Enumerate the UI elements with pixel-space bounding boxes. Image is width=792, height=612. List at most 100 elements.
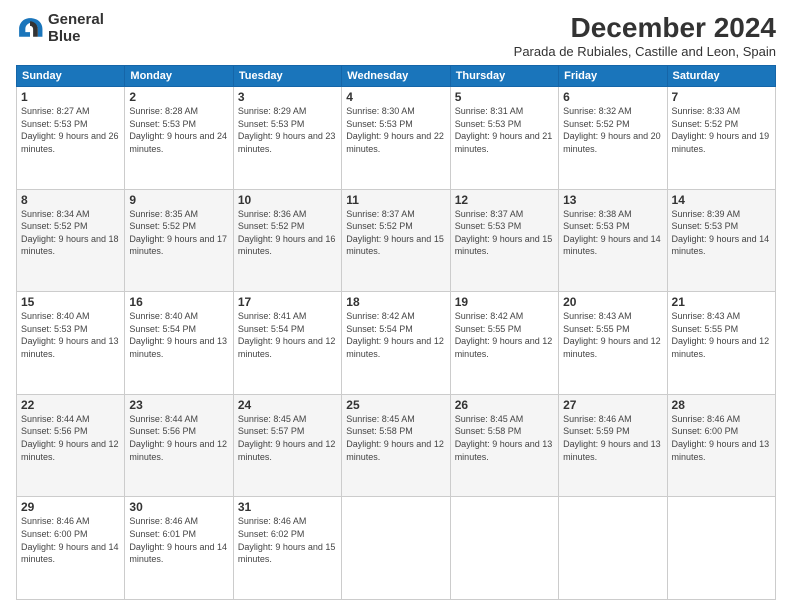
- main-title: December 2024: [514, 12, 776, 44]
- table-cell: [450, 497, 558, 600]
- day-info: Sunrise: 8:46 AMSunset: 6:00 PMDaylight:…: [21, 515, 120, 565]
- table-cell: 21Sunrise: 8:43 AMSunset: 5:55 PMDayligh…: [667, 292, 775, 395]
- logo-text: General Blue: [48, 12, 104, 45]
- calendar-table: Sunday Monday Tuesday Wednesday Thursday…: [16, 65, 776, 600]
- table-cell: 10Sunrise: 8:36 AMSunset: 5:52 PMDayligh…: [233, 189, 341, 292]
- day-info: Sunrise: 8:32 AMSunset: 5:52 PMDaylight:…: [563, 105, 662, 155]
- day-info: Sunrise: 8:34 AMSunset: 5:52 PMDaylight:…: [21, 208, 120, 258]
- day-number: 26: [455, 398, 554, 412]
- day-info: Sunrise: 8:46 AMSunset: 6:02 PMDaylight:…: [238, 515, 337, 565]
- day-info: Sunrise: 8:46 AMSunset: 6:00 PMDaylight:…: [672, 413, 771, 463]
- table-cell: [559, 497, 667, 600]
- table-cell: 5Sunrise: 8:31 AMSunset: 5:53 PMDaylight…: [450, 87, 558, 190]
- day-number: 13: [563, 193, 662, 207]
- week-row-4: 22Sunrise: 8:44 AMSunset: 5:56 PMDayligh…: [17, 394, 776, 497]
- day-info: Sunrise: 8:38 AMSunset: 5:53 PMDaylight:…: [563, 208, 662, 258]
- day-info: Sunrise: 8:44 AMSunset: 5:56 PMDaylight:…: [129, 413, 228, 463]
- week-row-2: 8Sunrise: 8:34 AMSunset: 5:52 PMDaylight…: [17, 189, 776, 292]
- table-cell: 16Sunrise: 8:40 AMSunset: 5:54 PMDayligh…: [125, 292, 233, 395]
- table-cell: 6Sunrise: 8:32 AMSunset: 5:52 PMDaylight…: [559, 87, 667, 190]
- col-friday: Friday: [559, 66, 667, 87]
- table-cell: 19Sunrise: 8:42 AMSunset: 5:55 PMDayligh…: [450, 292, 558, 395]
- day-info: Sunrise: 8:40 AMSunset: 5:54 PMDaylight:…: [129, 310, 228, 360]
- title-block: December 2024 Parada de Rubiales, Castil…: [514, 12, 776, 59]
- day-info: Sunrise: 8:44 AMSunset: 5:56 PMDaylight:…: [21, 413, 120, 463]
- day-info: Sunrise: 8:35 AMSunset: 5:52 PMDaylight:…: [129, 208, 228, 258]
- subtitle: Parada de Rubiales, Castille and Leon, S…: [514, 44, 776, 59]
- day-number: 27: [563, 398, 662, 412]
- day-info: Sunrise: 8:41 AMSunset: 5:54 PMDaylight:…: [238, 310, 337, 360]
- day-info: Sunrise: 8:40 AMSunset: 5:53 PMDaylight:…: [21, 310, 120, 360]
- day-number: 29: [21, 500, 120, 514]
- col-wednesday: Wednesday: [342, 66, 450, 87]
- table-cell: 24Sunrise: 8:45 AMSunset: 5:57 PMDayligh…: [233, 394, 341, 497]
- table-cell: 26Sunrise: 8:45 AMSunset: 5:58 PMDayligh…: [450, 394, 558, 497]
- table-cell: 15Sunrise: 8:40 AMSunset: 5:53 PMDayligh…: [17, 292, 125, 395]
- table-cell: 12Sunrise: 8:37 AMSunset: 5:53 PMDayligh…: [450, 189, 558, 292]
- day-number: 21: [672, 295, 771, 309]
- header: General Blue December 2024 Parada de Rub…: [16, 12, 776, 59]
- col-thursday: Thursday: [450, 66, 558, 87]
- table-cell: 13Sunrise: 8:38 AMSunset: 5:53 PMDayligh…: [559, 189, 667, 292]
- day-number: 23: [129, 398, 228, 412]
- table-cell: [667, 497, 775, 600]
- day-number: 2: [129, 90, 228, 104]
- table-cell: 28Sunrise: 8:46 AMSunset: 6:00 PMDayligh…: [667, 394, 775, 497]
- day-number: 14: [672, 193, 771, 207]
- day-number: 20: [563, 295, 662, 309]
- table-cell: 25Sunrise: 8:45 AMSunset: 5:58 PMDayligh…: [342, 394, 450, 497]
- week-row-1: 1Sunrise: 8:27 AMSunset: 5:53 PMDaylight…: [17, 87, 776, 190]
- day-info: Sunrise: 8:30 AMSunset: 5:53 PMDaylight:…: [346, 105, 445, 155]
- day-info: Sunrise: 8:46 AMSunset: 6:01 PMDaylight:…: [129, 515, 228, 565]
- table-cell: 20Sunrise: 8:43 AMSunset: 5:55 PMDayligh…: [559, 292, 667, 395]
- table-cell: 18Sunrise: 8:42 AMSunset: 5:54 PMDayligh…: [342, 292, 450, 395]
- day-number: 16: [129, 295, 228, 309]
- day-number: 18: [346, 295, 445, 309]
- day-number: 22: [21, 398, 120, 412]
- week-row-5: 29Sunrise: 8:46 AMSunset: 6:00 PMDayligh…: [17, 497, 776, 600]
- table-cell: 8Sunrise: 8:34 AMSunset: 5:52 PMDaylight…: [17, 189, 125, 292]
- day-number: 5: [455, 90, 554, 104]
- table-cell: 1Sunrise: 8:27 AMSunset: 5:53 PMDaylight…: [17, 87, 125, 190]
- table-cell: [342, 497, 450, 600]
- table-cell: 4Sunrise: 8:30 AMSunset: 5:53 PMDaylight…: [342, 87, 450, 190]
- table-cell: 30Sunrise: 8:46 AMSunset: 6:01 PMDayligh…: [125, 497, 233, 600]
- table-cell: 9Sunrise: 8:35 AMSunset: 5:52 PMDaylight…: [125, 189, 233, 292]
- day-info: Sunrise: 8:45 AMSunset: 5:57 PMDaylight:…: [238, 413, 337, 463]
- day-info: Sunrise: 8:36 AMSunset: 5:52 PMDaylight:…: [238, 208, 337, 258]
- table-cell: 14Sunrise: 8:39 AMSunset: 5:53 PMDayligh…: [667, 189, 775, 292]
- col-monday: Monday: [125, 66, 233, 87]
- col-sunday: Sunday: [17, 66, 125, 87]
- day-info: Sunrise: 8:29 AMSunset: 5:53 PMDaylight:…: [238, 105, 337, 155]
- day-number: 12: [455, 193, 554, 207]
- day-number: 1: [21, 90, 120, 104]
- table-cell: 31Sunrise: 8:46 AMSunset: 6:02 PMDayligh…: [233, 497, 341, 600]
- day-info: Sunrise: 8:28 AMSunset: 5:53 PMDaylight:…: [129, 105, 228, 155]
- header-row: Sunday Monday Tuesday Wednesday Thursday…: [17, 66, 776, 87]
- table-cell: 23Sunrise: 8:44 AMSunset: 5:56 PMDayligh…: [125, 394, 233, 497]
- day-number: 28: [672, 398, 771, 412]
- day-number: 25: [346, 398, 445, 412]
- day-info: Sunrise: 8:33 AMSunset: 5:52 PMDaylight:…: [672, 105, 771, 155]
- day-number: 31: [238, 500, 337, 514]
- day-info: Sunrise: 8:42 AMSunset: 5:55 PMDaylight:…: [455, 310, 554, 360]
- table-cell: 17Sunrise: 8:41 AMSunset: 5:54 PMDayligh…: [233, 292, 341, 395]
- day-info: Sunrise: 8:43 AMSunset: 5:55 PMDaylight:…: [672, 310, 771, 360]
- day-number: 19: [455, 295, 554, 309]
- day-number: 7: [672, 90, 771, 104]
- day-number: 24: [238, 398, 337, 412]
- day-info: Sunrise: 8:37 AMSunset: 5:52 PMDaylight:…: [346, 208, 445, 258]
- day-number: 15: [21, 295, 120, 309]
- day-number: 8: [21, 193, 120, 207]
- day-number: 3: [238, 90, 337, 104]
- day-info: Sunrise: 8:37 AMSunset: 5:53 PMDaylight:…: [455, 208, 554, 258]
- day-number: 10: [238, 193, 337, 207]
- logo-icon: [16, 15, 44, 43]
- table-cell: 29Sunrise: 8:46 AMSunset: 6:00 PMDayligh…: [17, 497, 125, 600]
- day-number: 30: [129, 500, 228, 514]
- col-saturday: Saturday: [667, 66, 775, 87]
- page: General Blue December 2024 Parada de Rub…: [0, 0, 792, 612]
- day-number: 17: [238, 295, 337, 309]
- table-cell: 2Sunrise: 8:28 AMSunset: 5:53 PMDaylight…: [125, 87, 233, 190]
- day-number: 6: [563, 90, 662, 104]
